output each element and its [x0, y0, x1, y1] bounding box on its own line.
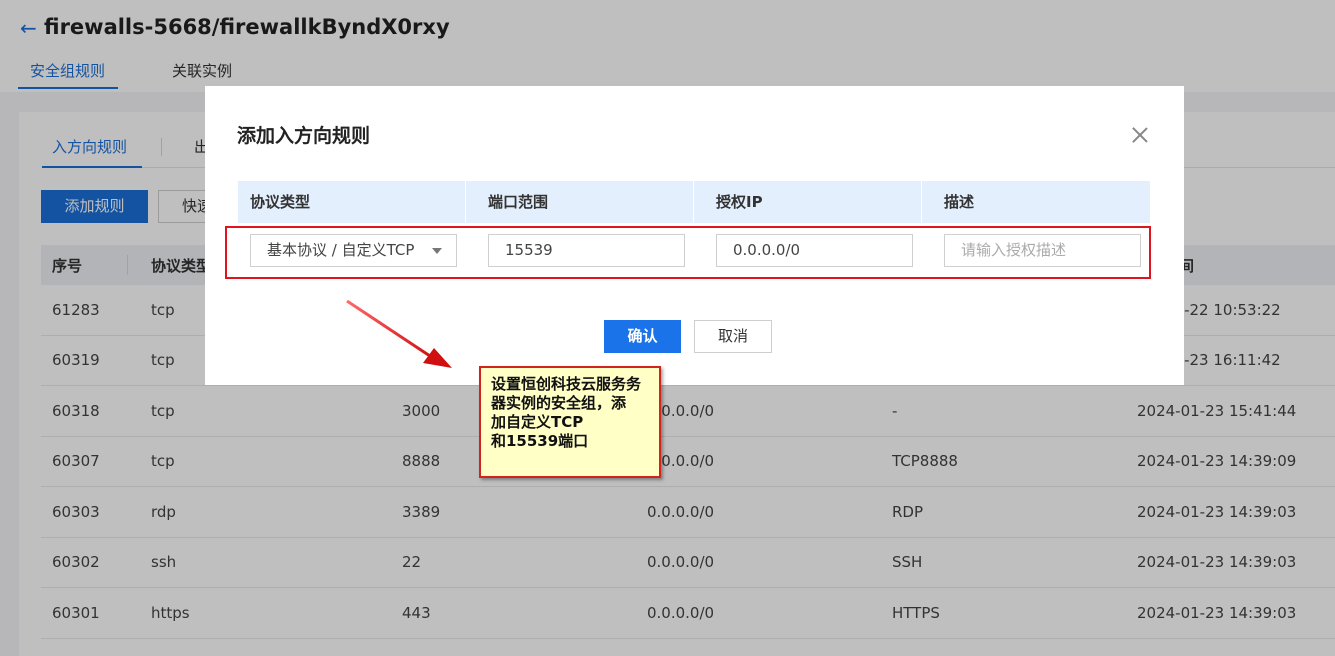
form-column-ip: 授权IP [716, 193, 763, 211]
dialog-title: 添加入方向规则 [237, 125, 371, 147]
cancel-button[interactable]: 取消 [694, 320, 772, 353]
highlight-box [225, 226, 1151, 279]
form-column-desc: 描述 [944, 193, 975, 211]
annotation-line: 器实例的安全组，添 [491, 394, 627, 412]
annotation-line: 和15539端口 [491, 432, 589, 450]
add-inbound-rule-dialog: 添加入方向规则 协议类型 端口范围 授权IP 描述 基本协议 / 自定义TCP … [205, 86, 1184, 385]
annotation-note: 设置恒创科技云服务务 器实例的安全组，添 加自定义TCP 和15539端口 [479, 366, 661, 478]
column-divider [693, 181, 694, 223]
form-column-protocol: 协议类型 [250, 193, 311, 211]
form-header: 协议类型 端口范围 授权IP 描述 [238, 181, 1150, 223]
confirm-button[interactable]: 确认 [604, 320, 681, 353]
annotation-line: 加自定义TCP [491, 413, 584, 431]
annotation-line: 设置恒创科技云服务务 [491, 375, 642, 393]
close-icon[interactable] [1131, 126, 1149, 144]
column-divider [921, 181, 922, 223]
column-divider [465, 181, 466, 223]
form-column-port: 端口范围 [488, 193, 549, 211]
